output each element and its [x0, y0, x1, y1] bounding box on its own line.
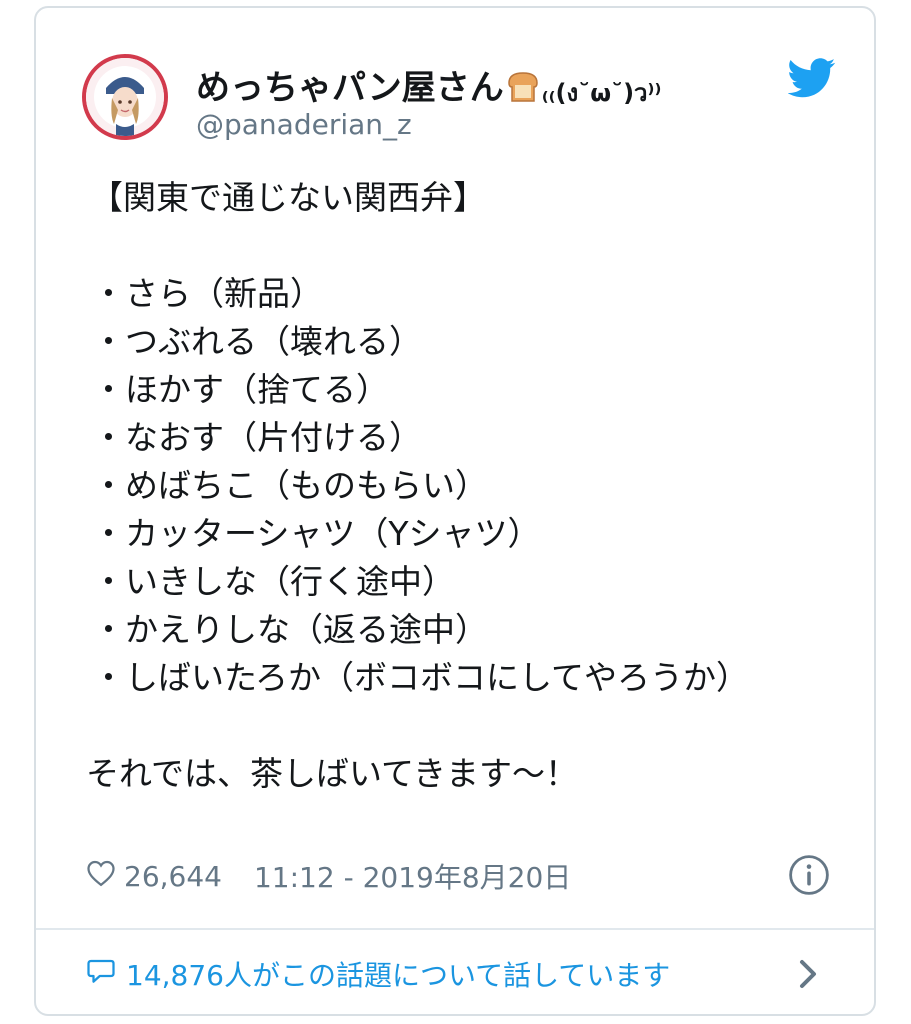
tweet-timestamp[interactable]: 11:12 - 2019年8月20日 [254, 856, 571, 896]
display-name-text: めっちゃパン屋さん [196, 68, 504, 108]
tweet-heading: 【関東で通じない関西弁】 [90, 178, 486, 217]
tweet-closing: それでは、茶しばいてきます〜！ [86, 754, 579, 793]
list-item: ・しばいたろか（ボコボコにしてやろうか） [92, 658, 750, 697]
list-item: ・さら（新品） [92, 274, 323, 313]
avatar[interactable] [82, 54, 168, 140]
bread-icon [506, 71, 540, 112]
conversation-link[interactable]: 14,876人がこの話題について話しています [86, 954, 670, 994]
list-item: ・めばちこ（ものもらい） [92, 466, 488, 505]
heart-icon[interactable] [86, 859, 116, 894]
list-item: ・カッターシャツ（Yシャツ） [92, 514, 541, 553]
display-name[interactable]: めっちゃパン屋さん ₍₍(ง˘ω˘)ว⁾⁾ [196, 60, 661, 112]
conversation-label: 14,876人がこの話題について話しています [126, 959, 671, 992]
chevron-right-icon[interactable] [796, 958, 820, 990]
list-item: ・かえりしな（返る途中） [92, 610, 488, 649]
list-item: ・いきしな（行く途中） [92, 562, 455, 601]
list-item: ・なおす（片付ける） [92, 418, 422, 457]
avatar-illustration [86, 58, 164, 136]
like-count[interactable]: 26,644 [124, 860, 222, 893]
twitter-bird-icon[interactable] [788, 58, 836, 98]
tweet-text: 【関東で通じない関西弁】 ・さら（新品） ・つぶれる（壊れる） ・ほかす（捨てる… [86, 174, 846, 798]
info-icon[interactable] [788, 854, 830, 896]
list-item: ・ほかす（捨てる） [92, 370, 389, 409]
speech-bubble-icon [86, 956, 116, 993]
user-handle[interactable]: @panaderian_z [196, 108, 412, 141]
tweet-meta: 26,644 11:12 - 2019年8月20日 [86, 856, 571, 896]
emoticon: ₍₍(ง˘ω˘)ว⁾⁾ [541, 79, 662, 107]
tweet-card[interactable]: めっちゃパン屋さん ₍₍(ง˘ω˘)ว⁾⁾ @panaderian_z 【関東で… [34, 6, 876, 1016]
divider [36, 928, 874, 930]
list-item: ・つぶれる（壊れる） [92, 322, 422, 361]
